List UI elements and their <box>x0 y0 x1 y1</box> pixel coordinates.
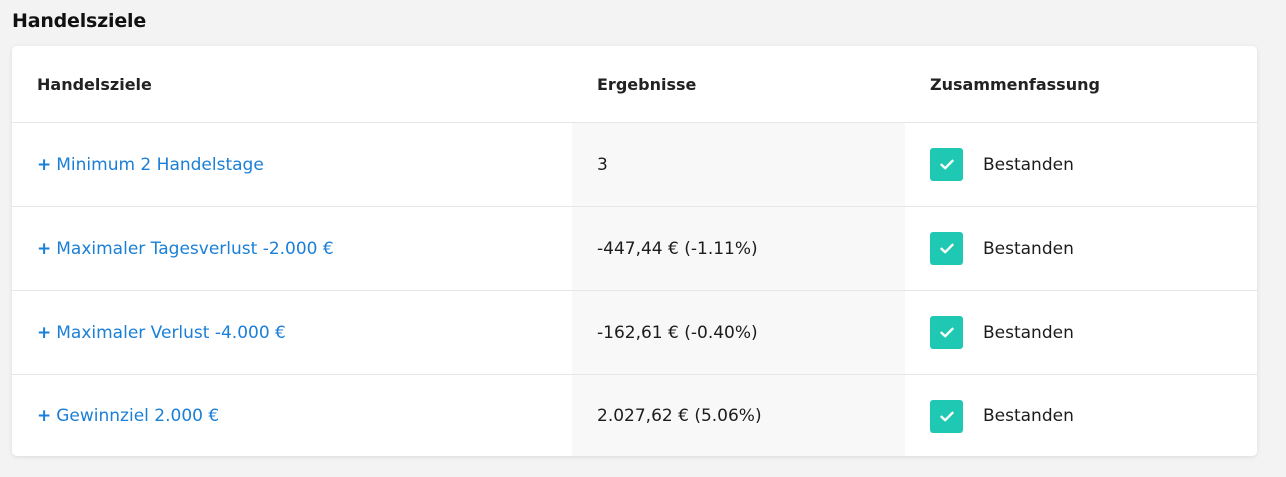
table-row: + Maximaler Tagesverlust -2.000 € -447,44… <box>12 206 1257 291</box>
check-icon <box>930 148 963 181</box>
status-text: Bestanden <box>983 154 1074 175</box>
expand-plus-icon[interactable]: + <box>37 323 51 343</box>
goal-label[interactable]: Minimum 2 Handelstage <box>56 155 264 175</box>
expand-plus-icon[interactable]: + <box>37 406 51 426</box>
result-value: -447,44 € (-1.11%) <box>572 206 905 291</box>
header-summary: Zusammenfassung <box>905 46 1257 123</box>
goal-link[interactable]: + Gewinnziel 2.000 € <box>12 375 572 457</box>
table-row: + Maximaler Verlust -4.000 € -162,61 € (-… <box>12 290 1257 375</box>
status-text: Bestanden <box>983 406 1074 426</box>
table-row: + Minimum 2 Handelstage 3 Bestanden <box>12 122 1257 207</box>
table-header-row: Handelsziele Ergebnisse Zusammenfassung <box>12 46 1257 123</box>
goal-link[interactable]: + Maximaler Verlust -4.000 € <box>12 290 572 375</box>
expand-plus-icon[interactable]: + <box>37 155 51 175</box>
goal-link[interactable]: + Minimum 2 Handelstage <box>12 122 572 207</box>
check-icon <box>930 232 963 265</box>
check-icon <box>930 316 963 349</box>
section-title: Handelsziele <box>12 10 147 32</box>
goal-label[interactable]: Maximaler Verlust -4.000 € <box>56 323 286 343</box>
trading-goals-table: Handelsziele Ergebnisse Zusammenfassung … <box>12 46 1257 456</box>
header-goal: Handelsziele <box>12 46 572 123</box>
result-value: 2.027,62 € (5.06%) <box>572 374 905 456</box>
status-text: Bestanden <box>983 322 1074 343</box>
check-icon <box>930 399 963 433</box>
summary-cell: Bestanden <box>905 374 1257 456</box>
goal-label[interactable]: Gewinnziel 2.000 € <box>56 406 219 426</box>
result-value: 3 <box>572 122 905 207</box>
table-row: + Gewinnziel 2.000 € 2.027,62 € (5.06%) B… <box>12 374 1257 457</box>
goal-label[interactable]: Maximaler Tagesverlust -2.000 € <box>56 239 333 259</box>
header-result: Ergebnisse <box>572 46 905 123</box>
status-text: Bestanden <box>983 238 1074 259</box>
summary-cell: Bestanden <box>905 290 1257 375</box>
summary-cell: Bestanden <box>905 122 1257 207</box>
expand-plus-icon[interactable]: + <box>37 239 51 259</box>
result-value: -162,61 € (-0.40%) <box>572 290 905 375</box>
trading-goals-card: Handelsziele Ergebnisse Zusammenfassung … <box>12 46 1257 456</box>
goal-link[interactable]: + Maximaler Tagesverlust -2.000 € <box>12 206 572 291</box>
summary-cell: Bestanden <box>905 206 1257 291</box>
